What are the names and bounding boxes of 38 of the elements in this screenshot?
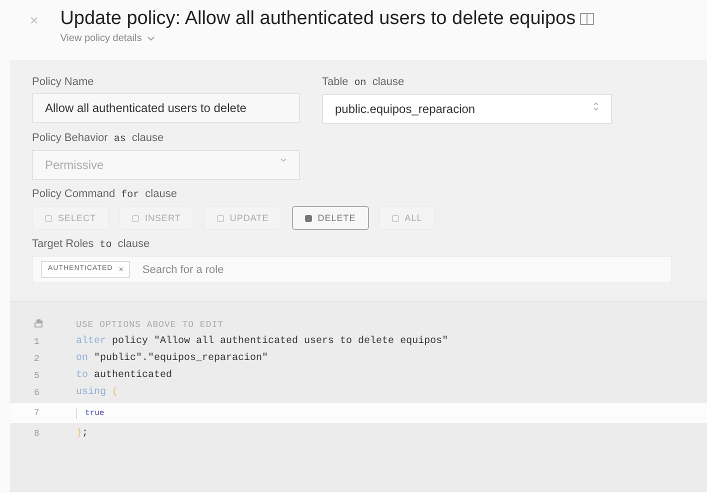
code-line: alter policy "Allow all authenticated users to delete equipos" [76,336,448,347]
field-label: Policy Name [32,76,94,88]
view-details-link[interactable]: View policy details [60,33,594,44]
clause-label: clause [118,238,150,250]
chevron-down-icon [146,36,155,41]
command-option[interactable]: DELETE [292,206,369,230]
remove-tag-button[interactable]: × [118,265,124,274]
policy-name-field[interactable]: Allow all authenticated users to delete [32,93,300,123]
panel-icon[interactable] [580,13,594,25]
role-search-input[interactable]: Search for a role [140,262,663,276]
field-label: Policy Command [32,188,116,200]
line-number: 2 [33,354,40,364]
line-number: 6 [33,388,40,398]
clause-label: clause [372,76,404,88]
clause-keyword: on [354,78,366,89]
clause-label: clause [132,132,164,144]
line-number: 7 [33,408,40,418]
code-line: using ( [76,387,118,398]
clause-keyword: to [100,240,112,251]
page-title: Update policy: Allow all authenticated users to delete equipos [60,8,576,30]
field-label: Target Roles [32,238,94,250]
chevron-down-icon [280,158,287,162]
code-line: to authenticated [76,370,172,381]
clause-keyword: for [121,190,140,201]
field-label: Table [322,76,348,88]
line-number: 5 [33,370,40,380]
editor-hint: USE OPTIONS ABOVE TO EDIT [76,320,224,330]
code-line: on "public"."equipos_reparacion" [76,353,268,364]
clause-label: clause [145,188,177,200]
close-button[interactable]: × [30,12,38,50]
code-line: true [76,408,104,418]
line-number: 1 [33,336,40,346]
code-line: ); [76,428,88,439]
line-number: 8 [33,428,40,438]
table-select[interactable]: public.equipos_reparacion [322,94,612,124]
clause-keyword: as [114,134,126,145]
field-label: Policy Behavior [32,132,108,144]
updown-chevron-icon [593,102,599,111]
